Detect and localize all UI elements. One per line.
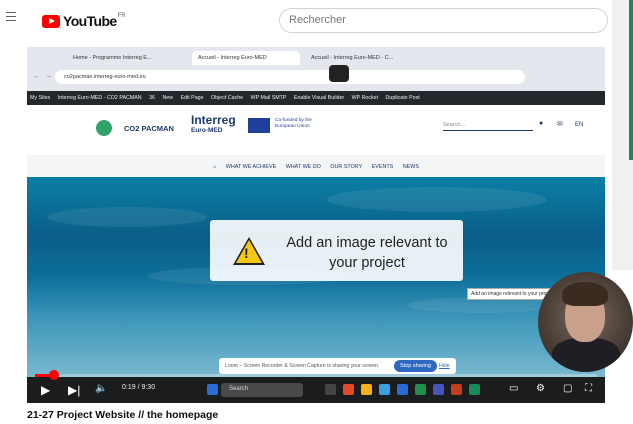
loom-sharing-bar: Loom – Screen Recorder & Screen Capture … <box>219 358 456 374</box>
wp-item[interactable]: Enable Visual Builder <box>291 91 347 105</box>
taskbar-app-icon[interactable] <box>325 384 336 395</box>
tab-label: Accueil - Interreg Euro-MED - C... <box>311 55 394 61</box>
youtube-logo[interactable]: YouTube FR <box>42 13 126 29</box>
wp-item[interactable]: New <box>159 91 176 105</box>
youtube-logo-text: YouTube <box>63 13 117 29</box>
taskbar-app-icon[interactable] <box>379 384 390 395</box>
volume-icon[interactable]: 🔈 <box>95 383 107 394</box>
language-switch[interactable]: EN <box>575 122 583 128</box>
wp-item[interactable]: Object Cache <box>208 91 246 105</box>
wp-item[interactable]: My Sites <box>27 91 53 105</box>
country-code: FR <box>117 13 126 19</box>
wp-item[interactable]: WP Rocket <box>349 91 381 105</box>
browser-chrome: Home - Programme Interreg E... Accueil -… <box>27 47 605 91</box>
taskbar-app-icon[interactable] <box>361 384 372 395</box>
taskbar-app-icon[interactable] <box>451 384 462 395</box>
taskbar-app-icon[interactable] <box>343 384 354 395</box>
taskbar-app-icon[interactable] <box>469 384 480 395</box>
windows-taskbar: Search <box>207 383 507 397</box>
hide-link[interactable]: Hide <box>439 363 450 369</box>
project-name: CO2 PACMAN <box>124 124 174 133</box>
play-icon[interactable]: ▶ <box>41 383 50 397</box>
warning-icon <box>233 237 265 265</box>
taskbar-app-icon[interactable] <box>415 384 426 395</box>
fullscreen-icon[interactable]: ⛶ <box>585 383 592 394</box>
video-player[interactable]: Home - Programme Interreg E... Accueil -… <box>27 47 605 403</box>
home-icon[interactable]: ⌂ <box>213 164 216 170</box>
webcam-overlay <box>538 272 633 372</box>
taskbar-app-icon[interactable] <box>397 384 408 395</box>
address-bar[interactable]: co2pacman.interreg-euro-med.eu <box>55 70 525 84</box>
nav-item[interactable]: WHAT WE DO <box>286 164 321 170</box>
nav-item[interactable]: OUR STORY <box>330 164 362 170</box>
tab-label: Home - Programme Interreg E... <box>73 55 152 61</box>
notice-text: Add an image relevant to your project <box>286 235 448 271</box>
wp-admin-bar: My Sites Interreg Euro-MED - CO2 PACMAN … <box>27 91 605 105</box>
youtube-play-icon <box>42 14 60 28</box>
wp-item[interactable]: Duplicate Post <box>383 91 423 105</box>
nav-item[interactable]: WHAT WE ACHIEVE <box>226 164 276 170</box>
mail-icon[interactable]: ✉ <box>557 120 563 128</box>
nav-item[interactable]: NEWS <box>403 164 419 170</box>
program-name: Interreg <box>191 113 236 127</box>
taskbar-app-icon[interactable] <box>433 384 444 395</box>
browser-tab[interactable]: Home - Programme Interreg E... <box>67 51 187 65</box>
taskbar-search[interactable]: Search <box>221 383 303 397</box>
search-input[interactable]: Rechercher <box>279 8 608 33</box>
project-logo-icon <box>96 120 112 136</box>
side-thumbnail-edge <box>629 0 633 160</box>
browser-tab[interactable]: Accueil - Interreg Euro-MED - C... <box>305 51 413 65</box>
site-header: CO2 PACMAN Interreg Euro-MED Co-funded b… <box>27 105 605 155</box>
site-nav: ⌂ WHAT WE ACHIEVE WHAT WE DO OUR STORY E… <box>27 155 605 177</box>
eu-flag-icon <box>248 118 270 133</box>
screen-share-icon <box>329 65 349 82</box>
tab-label: Accueil - Interreg Euro-MED <box>198 55 267 61</box>
cofunded-text: Co-funded by the European Union <box>275 118 312 129</box>
menu-icon[interactable] <box>6 12 16 21</box>
time-display: 0:19 / 9:30 <box>122 384 156 391</box>
stop-sharing-button[interactable]: Stop sharing <box>394 360 437 372</box>
video-title: 21-27 Project Website // the homepage <box>27 409 219 421</box>
program-sub: Euro-MED <box>191 127 223 134</box>
settings-gear-icon[interactable]: ⚙ <box>536 383 545 394</box>
nav-item[interactable]: EVENTS <box>372 164 394 170</box>
browser-tab-active[interactable]: Accueil - Interreg Euro-MED <box>192 51 300 65</box>
user-icon[interactable]: ● <box>539 120 543 127</box>
wp-item[interactable]: WP Mail SMTP <box>248 91 290 105</box>
image-placeholder-notice: ! Add an image relevant to your project <box>210 220 463 281</box>
progress-bar[interactable] <box>35 374 597 377</box>
wp-item[interactable]: Edit Page <box>178 91 207 105</box>
site-search-input[interactable]: Search... <box>443 122 533 131</box>
next-icon[interactable]: ▶| <box>68 383 80 397</box>
miniplayer-icon[interactable]: ▢ <box>563 383 572 394</box>
subtitles-icon[interactable]: ▭ <box>509 383 518 394</box>
wp-item[interactable]: Interreg Euro-MED - CO2 PACMAN <box>55 91 145 105</box>
wp-item[interactable]: 36 <box>146 91 158 105</box>
loom-message: Loom – Screen Recorder & Screen Capture … <box>225 363 380 369</box>
windows-start-icon[interactable] <box>207 384 218 395</box>
